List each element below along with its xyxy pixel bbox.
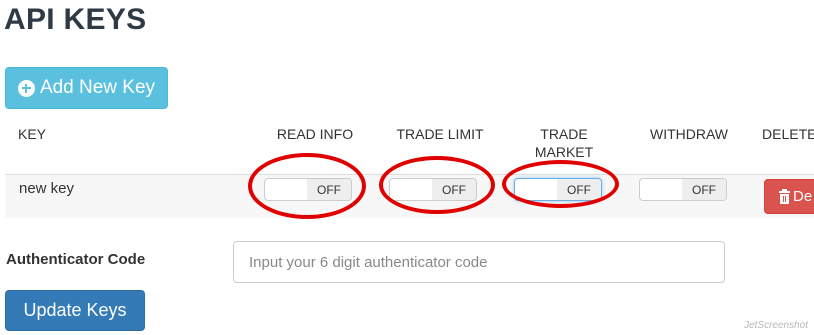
header-trade-limit: TRADE LIMIT — [396, 126, 484, 142]
header-trade-market-line1: TRADE — [540, 126, 588, 142]
watermark: JetScreenshot — [744, 320, 808, 331]
key-name-cell: new key — [19, 180, 75, 197]
header-trade-market: TRADE MARKET — [516, 125, 612, 161]
withdraw-toggle-state: OFF — [682, 179, 726, 200]
page-title: API KEYS — [4, 3, 147, 36]
withdraw-toggle[interactable]: OFF — [639, 178, 727, 201]
trade-market-toggle-state: OFF — [557, 179, 601, 200]
header-withdraw: WITHDRAW — [649, 126, 729, 142]
authenticator-code-input[interactable] — [233, 241, 725, 283]
authenticator-code-label: Authenticator Code — [6, 251, 146, 268]
trade-market-toggle[interactable]: OFF — [514, 178, 602, 201]
header-delete: DELETE — [762, 126, 814, 142]
add-new-key-button[interactable]: Add New Key — [5, 67, 168, 109]
header-read-info: READ INFO — [276, 126, 354, 142]
delete-key-button[interactable]: De — [764, 179, 814, 214]
read-info-toggle[interactable]: OFF — [264, 178, 352, 201]
trade-limit-toggle-state: OFF — [432, 179, 476, 200]
read-info-toggle-state: OFF — [307, 179, 351, 200]
update-keys-button[interactable]: Update Keys — [5, 290, 145, 331]
plus-circle-icon — [17, 79, 35, 97]
trash-icon — [779, 188, 790, 204]
add-new-key-label: Add New Key — [39, 77, 156, 98]
header-trade-market-line2: MARKET — [534, 144, 594, 160]
trade-limit-toggle[interactable]: OFF — [389, 178, 477, 201]
header-key: KEY — [18, 126, 47, 142]
delete-key-label: De — [793, 188, 813, 205]
